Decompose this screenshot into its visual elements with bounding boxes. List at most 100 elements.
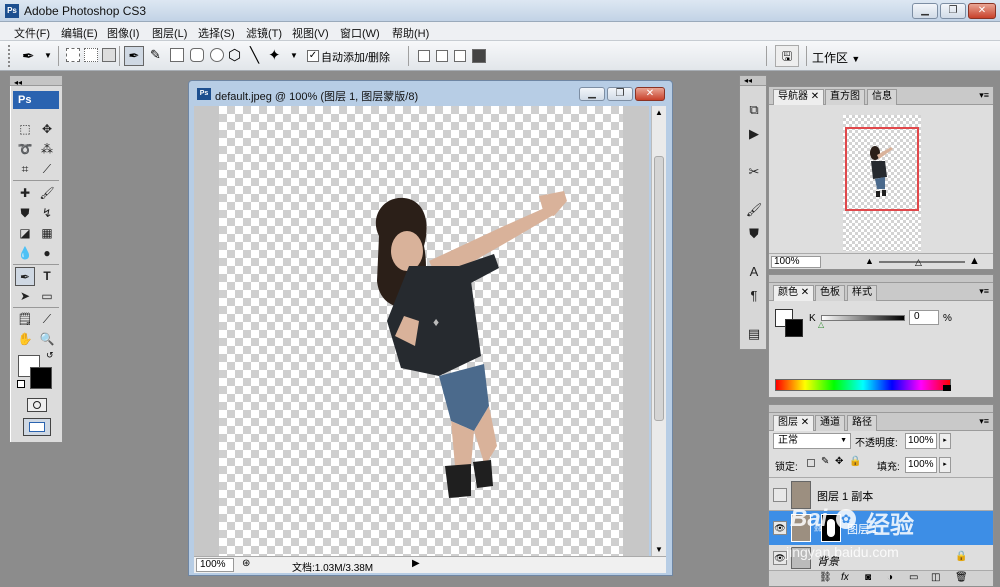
rounded-rectangle-icon[interactable] xyxy=(190,48,204,62)
pen-tool-icon[interactable]: ✒ xyxy=(15,267,35,286)
eye-icon[interactable]: 👁 xyxy=(773,521,787,535)
rectangle-tool-icon[interactable]: ▭ xyxy=(37,287,57,306)
gradient-tool-icon[interactable]: ▦ xyxy=(37,224,57,243)
workspace-menu[interactable]: 工作区 ▼ xyxy=(812,49,860,66)
hand-tool-icon[interactable]: ✋ xyxy=(15,330,35,349)
swap-colors-icon[interactable]: ↺ xyxy=(46,350,54,361)
k-slider-thumb[interactable]: △ xyxy=(818,320,824,329)
dock-collapse-icon[interactable]: ◂◂ xyxy=(740,76,766,86)
toolbox-header[interactable]: ◂◂ xyxy=(10,76,62,87)
zoom-in-icon[interactable]: ▲ xyxy=(969,255,980,267)
menu-view[interactable]: 视图(V) xyxy=(292,25,329,41)
restore-button[interactable]: ❐ xyxy=(940,3,966,19)
doc-restore-button[interactable]: ❐ xyxy=(607,87,633,101)
auto-add-delete-checkbox[interactable]: ✓ xyxy=(307,50,319,62)
zoom-tool-icon[interactable]: 🔍 xyxy=(37,330,57,349)
history-brush-icon[interactable]: ↯ xyxy=(37,204,57,223)
eyedropper-icon[interactable]: ⟋ xyxy=(37,310,57,329)
opacity-field[interactable]: 100% xyxy=(905,433,937,449)
zoom-out-icon[interactable]: ▲ xyxy=(865,256,874,266)
zoom-slider-thumb[interactable]: △ xyxy=(915,257,922,268)
scrollbar-thumb[interactable] xyxy=(654,156,664,421)
doc-close-button[interactable]: ✕ xyxy=(635,87,665,101)
lock-transparent-icon[interactable] xyxy=(807,459,815,467)
fill-arrow-icon[interactable]: ▸ xyxy=(939,457,951,473)
pen-tool-icon[interactable]: ✒ xyxy=(124,46,144,66)
fill-field[interactable]: 100% xyxy=(905,457,937,473)
brushes-panel-icon[interactable]: 🖌 xyxy=(744,200,764,220)
doc-minimize-button[interactable]: ▁ xyxy=(579,87,605,101)
delete-layer-icon[interactable]: 🗑 xyxy=(955,572,968,583)
menu-filter[interactable]: 滤镜(T) xyxy=(246,25,282,41)
scroll-down-icon[interactable]: ▼ xyxy=(655,545,663,554)
slice-tool-icon[interactable]: ⟋ xyxy=(37,160,57,179)
actions-panel-icon[interactable]: ▶ xyxy=(744,124,764,144)
tab-swatches[interactable]: 色板 xyxy=(815,285,845,301)
magic-wand-icon[interactable]: ⁂ xyxy=(37,140,57,159)
type-tool-icon[interactable]: T xyxy=(37,267,57,286)
panel-grip[interactable] xyxy=(769,405,993,413)
opacity-arrow-icon[interactable]: ▸ xyxy=(939,433,951,449)
navigator-zoom-slider[interactable] xyxy=(879,261,965,263)
freeform-pen-icon[interactable]: ✎ xyxy=(150,47,161,63)
paragraph-panel-icon[interactable]: ¶ xyxy=(744,286,764,306)
layer-row[interactable]: 👁 ⛓ 图层 1 xyxy=(769,511,993,545)
visibility-toggle[interactable] xyxy=(773,488,787,502)
panel-grip[interactable] xyxy=(769,275,993,283)
polygon-tool-icon[interactable]: ⬡ xyxy=(228,46,241,64)
chevron-down-icon[interactable]: ▼ xyxy=(44,51,52,60)
transparent-canvas[interactable]: ♦ xyxy=(219,106,623,556)
shape-layers-icon[interactable] xyxy=(66,48,80,62)
character-panel-icon[interactable]: A xyxy=(744,262,764,282)
menu-window[interactable]: 窗口(W) xyxy=(340,25,380,41)
collapse-icon[interactable]: ◂◂ xyxy=(10,78,22,87)
zoom-field[interactable]: 100% xyxy=(196,558,234,572)
fx-icon[interactable]: fx xyxy=(841,572,849,583)
fill-pixels-icon[interactable] xyxy=(102,48,116,62)
layer-mask-thumbnail[interactable] xyxy=(821,514,841,542)
adjustment-layer-icon[interactable]: ◑ xyxy=(887,572,893,583)
canvas-area[interactable]: ♦ xyxy=(194,106,649,556)
dodge-tool-icon[interactable]: ● xyxy=(37,244,57,263)
tab-styles[interactable]: 样式 xyxy=(847,285,877,301)
menu-select[interactable]: 选择(S) xyxy=(198,25,235,41)
options-grip[interactable] xyxy=(8,45,12,67)
panel-menu-icon[interactable]: ▾≡ xyxy=(979,416,989,427)
rectangle-tool-icon[interactable] xyxy=(170,48,184,62)
history-panel-icon[interactable]: ⧉ xyxy=(744,100,764,120)
vertical-scrollbar[interactable]: ▲ ▼ xyxy=(651,106,666,556)
clone-stamp-icon[interactable]: ⛊ xyxy=(15,204,35,223)
scroll-up-icon[interactable]: ▲ xyxy=(655,108,663,117)
menu-image[interactable]: 图像(I) xyxy=(107,25,139,41)
background-color-swatch[interactable] xyxy=(30,367,52,389)
crop-tool-icon[interactable]: ⌗ xyxy=(15,160,35,179)
spectrum-black[interactable] xyxy=(943,385,951,391)
clone-source-icon[interactable]: ⛊ xyxy=(744,224,764,244)
file-browser-icon[interactable]: 🖫 xyxy=(775,45,799,67)
k-value-field[interactable]: 0 xyxy=(909,310,939,325)
eye-icon[interactable]: 👁 xyxy=(773,551,787,565)
status-arrow-icon[interactable]: ▶ xyxy=(412,558,420,569)
path-combine-icon[interactable] xyxy=(418,50,430,62)
tab-channels[interactable]: 通道 xyxy=(815,415,845,431)
tab-info[interactable]: 信息 xyxy=(867,89,897,105)
tab-navigator[interactable]: 导航器 ✕ xyxy=(773,89,825,105)
color-spectrum[interactable] xyxy=(775,379,951,391)
add-mask-icon[interactable]: ◙ xyxy=(865,572,871,583)
panel-menu-icon[interactable]: ▾≡ xyxy=(979,286,989,297)
close-icon[interactable]: ✕ xyxy=(801,417,809,428)
layer-comps-icon[interactable]: ▤ xyxy=(744,324,764,344)
marquee-tool-icon[interactable]: ⬚ xyxy=(15,120,35,139)
ellipse-tool-icon[interactable] xyxy=(210,48,224,62)
screen-mode-icon[interactable] xyxy=(23,418,51,436)
menu-edit[interactable]: 编辑(E) xyxy=(61,25,98,41)
close-icon[interactable]: ✕ xyxy=(801,287,809,298)
new-layer-icon[interactable]: ◫ xyxy=(931,572,940,583)
navigator-zoom-field[interactable]: 100% xyxy=(771,256,821,268)
lock-position-icon[interactable]: ✥ xyxy=(835,456,843,467)
tab-paths[interactable]: 路径 xyxy=(847,415,877,431)
default-colors-icon[interactable] xyxy=(17,380,25,388)
path-selection-icon[interactable]: ➤ xyxy=(15,287,35,306)
chevron-down-icon[interactable]: ▼ xyxy=(290,51,298,60)
navigator-thumbnail[interactable] xyxy=(843,115,921,251)
